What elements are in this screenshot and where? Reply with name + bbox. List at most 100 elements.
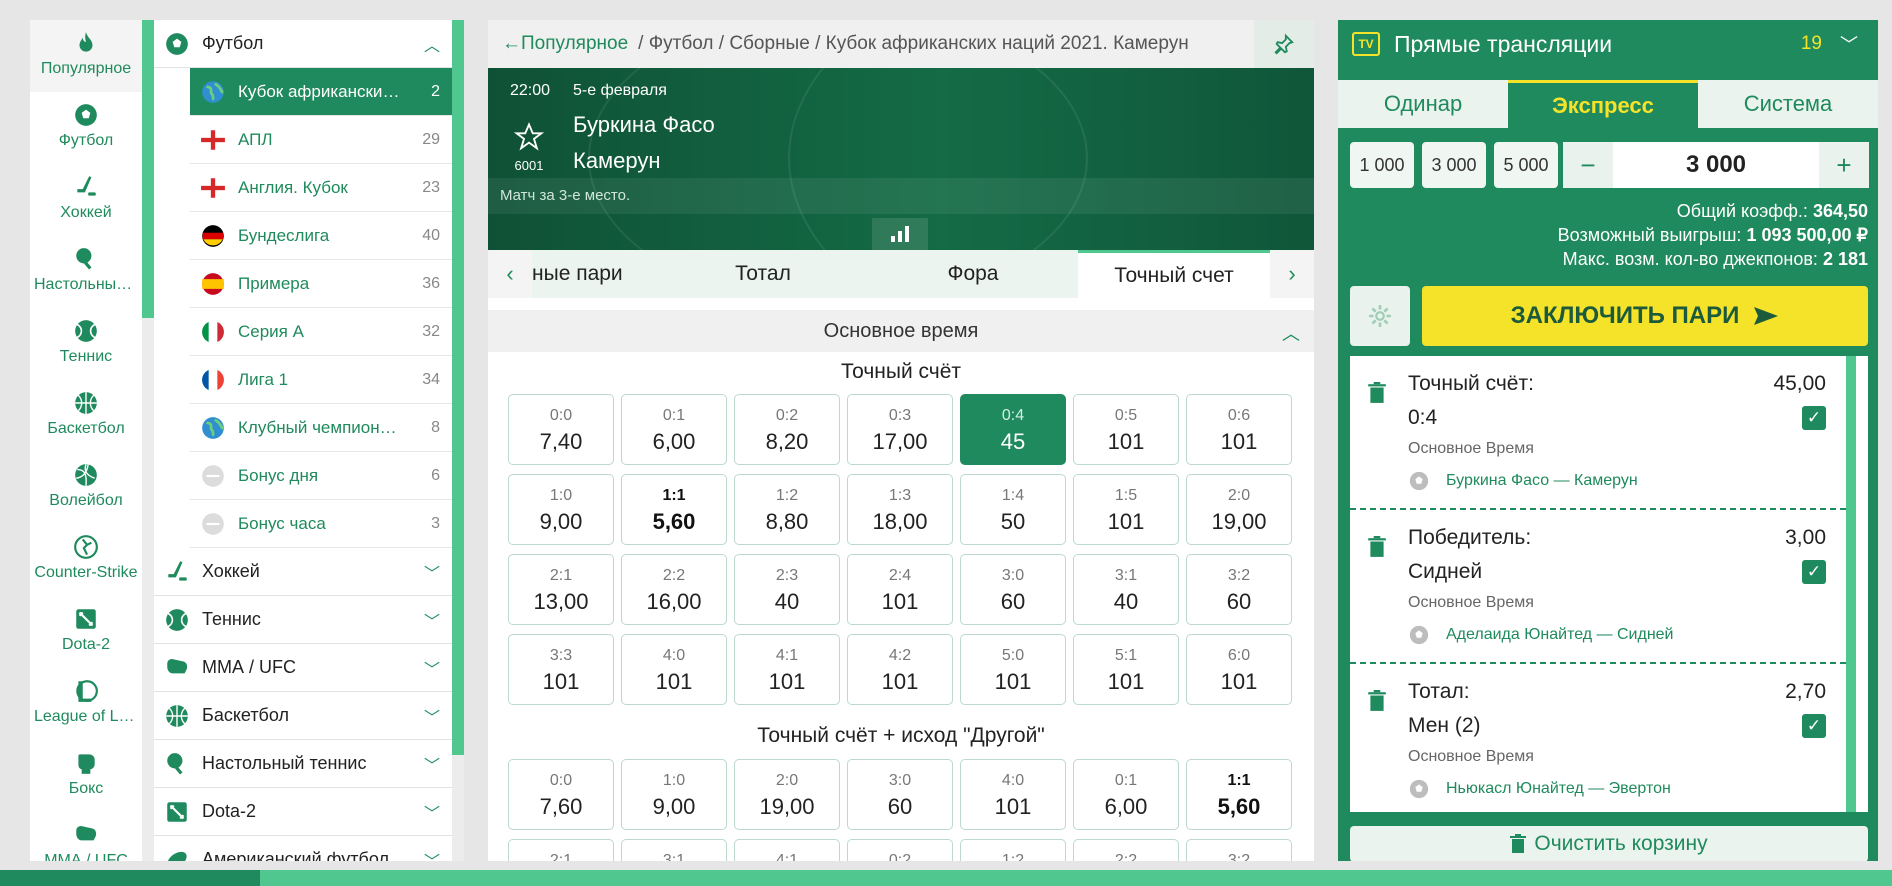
odds-cell[interactable]: 2:1 <box>508 839 614 861</box>
tabs-prev-arrow[interactable]: ‹ <box>488 250 532 298</box>
odds-cell[interactable]: 4:0 101 <box>960 759 1066 830</box>
rail-item-2[interactable]: Хоккей <box>30 164 142 236</box>
trash-icon[interactable] <box>1368 690 1386 712</box>
tree-league-item[interactable]: Примера 36 <box>190 260 452 308</box>
tree-league-item[interactable]: Бонус дня 6 <box>190 452 452 500</box>
odds-cell[interactable]: 1:0 9,00 <box>508 474 614 545</box>
tree-sport-item[interactable]: Хоккей ﹀ <box>154 548 452 596</box>
tree-league-item[interactable]: Лига 1 34 <box>190 356 452 404</box>
odds-cell[interactable]: 2:1 13,00 <box>508 554 614 625</box>
quick-stake-1000[interactable]: 1 000 <box>1350 142 1414 188</box>
tab-pairs[interactable]: ные пари <box>532 250 658 298</box>
odds-cell[interactable]: 1:1 5,60 <box>1186 759 1292 830</box>
section-main-time[interactable]: Основное время ︿ <box>488 310 1314 352</box>
odds-cell[interactable]: 3:1 <box>621 839 727 861</box>
rail-item-0[interactable]: Популярное <box>30 20 142 92</box>
tree-sport-item[interactable]: Американский футбол ﹀ <box>154 836 452 861</box>
odds-cell[interactable]: 1:5 101 <box>1073 474 1179 545</box>
trash-icon[interactable] <box>1368 536 1386 558</box>
coupon-checkbox[interactable]: ✓ <box>1802 560 1826 584</box>
tree-sport-item[interactable]: Теннис ﹀ <box>154 596 452 644</box>
odds-cell[interactable]: 0:2 8,20 <box>734 394 840 465</box>
pin-button[interactable] <box>1254 20 1314 68</box>
odds-cell[interactable]: 5:0 101 <box>960 634 1066 705</box>
rail-item-8[interactable]: Dota-2 <box>30 596 142 668</box>
coupon-event-link[interactable]: Ньюкасл Юнайтед — Эвертон <box>1446 780 1671 798</box>
odds-cell[interactable]: 1:2 8,80 <box>734 474 840 545</box>
odds-cell[interactable]: 0:6 101 <box>1186 394 1292 465</box>
tabs-next-arrow[interactable]: › <box>1270 250 1314 298</box>
place-bet-button[interactable]: ЗАКЛЮЧИТЬ ПАРИ <box>1422 286 1868 346</box>
odds-cell[interactable]: 3:0 60 <box>960 554 1066 625</box>
back-to-popular-link[interactable]: ←Популярное <box>488 33 628 55</box>
live-streams-bar[interactable]: TV Прямые трансляции 19 ﹀ <box>1338 20 1878 68</box>
coupon-event-link[interactable]: Буркина Фасо — Камерун <box>1446 472 1638 490</box>
odds-cell[interactable]: 4:0 101 <box>621 634 727 705</box>
odds-cell[interactable]: 0:0 7,40 <box>508 394 614 465</box>
tree-league-item[interactable]: Клубный чемпионат мира 8 <box>190 404 452 452</box>
odds-cell[interactable]: 4:1 101 <box>734 634 840 705</box>
odds-cell[interactable]: 4:2 101 <box>847 634 953 705</box>
odds-cell[interactable]: 1:1 5,60 <box>621 474 727 545</box>
rail-item-3[interactable]: Настольный теннис <box>30 236 142 308</box>
odds-cell[interactable]: 5:1 101 <box>1073 634 1179 705</box>
odds-cell[interactable]: 0:1 6,00 <box>1073 759 1179 830</box>
odds-cell[interactable]: 1:3 18,00 <box>847 474 953 545</box>
bet-type-express[interactable]: Экспресс <box>1508 80 1698 128</box>
coupon-scrollbar[interactable] <box>1846 356 1856 812</box>
tab-handicap[interactable]: Фора <box>868 250 1078 298</box>
tree-league-item[interactable]: АПЛ 29 <box>190 116 452 164</box>
odds-cell[interactable]: 3:3 101 <box>508 634 614 705</box>
odds-cell[interactable]: 6:0 101 <box>1186 634 1292 705</box>
odds-cell[interactable]: 1:2 <box>960 839 1066 861</box>
odds-cell[interactable]: 2:2 16,00 <box>621 554 727 625</box>
stake-plus-button[interactable]: + <box>1819 142 1869 188</box>
quick-stake-3000[interactable]: 3 000 <box>1422 142 1486 188</box>
rail-item-5[interactable]: Баскетбол <box>30 380 142 452</box>
odds-cell[interactable]: 3:2 <box>1186 839 1292 861</box>
stats-button[interactable] <box>872 218 928 250</box>
odds-cell[interactable]: 1:4 50 <box>960 474 1066 545</box>
tree-sport-item[interactable]: Баскетбол ﹀ <box>154 692 452 740</box>
coupon-event-link[interactable]: Аделаида Юнайтед — Сидней <box>1446 626 1673 644</box>
odds-cell[interactable]: 1:0 9,00 <box>621 759 727 830</box>
rail-scrollbar-thumb[interactable] <box>142 20 154 318</box>
odds-cell[interactable]: 0:0 7,60 <box>508 759 614 830</box>
odds-cell[interactable]: 2:0 19,00 <box>734 759 840 830</box>
bet-type-system[interactable]: Система <box>1698 80 1878 128</box>
rail-item-11[interactable]: ММА / UFC <box>30 812 142 861</box>
odds-cell[interactable]: 2:0 19,00 <box>1186 474 1292 545</box>
rail-item-1[interactable]: Футбол <box>30 92 142 164</box>
rail-item-10[interactable]: Бокс <box>30 740 142 812</box>
tree-sport-football[interactable]: Футбол ︿ <box>154 20 452 68</box>
odds-cell[interactable]: 0:1 6,00 <box>621 394 727 465</box>
odds-cell[interactable]: 3:0 60 <box>847 759 953 830</box>
odds-cell[interactable]: 0:4 45 <box>960 394 1066 465</box>
favorite-star-icon[interactable] <box>514 122 544 152</box>
rail-item-6[interactable]: Волейбол <box>30 452 142 524</box>
odds-cell[interactable]: 0:2 <box>847 839 953 861</box>
quick-stake-5000[interactable]: 5 000 <box>1494 142 1558 188</box>
odds-cell[interactable]: 0:3 17,00 <box>847 394 953 465</box>
odds-cell[interactable]: 3:1 40 <box>1073 554 1179 625</box>
odds-cell[interactable]: 3:2 60 <box>1186 554 1292 625</box>
odds-cell[interactable]: 0:5 101 <box>1073 394 1179 465</box>
rail-item-9[interactable]: League of Legends <box>30 668 142 740</box>
tree-scrollbar-thumb[interactable] <box>452 20 464 755</box>
odds-cell[interactable]: 4:1 <box>734 839 840 861</box>
clear-cart-button[interactable]: Очистить корзину <box>1350 826 1868 861</box>
stake-input[interactable]: 3 000 <box>1613 142 1819 188</box>
tree-sport-item[interactable]: Dota-2 ﹀ <box>154 788 452 836</box>
bet-type-single[interactable]: Одинар <box>1338 80 1508 128</box>
tree-league-item[interactable]: Серия А 32 <box>190 308 452 356</box>
tree-league-item[interactable]: Англия. Кубок 23 <box>190 164 452 212</box>
odds-cell[interactable]: 2:4 101 <box>847 554 953 625</box>
odds-cell[interactable]: 2:3 40 <box>734 554 840 625</box>
rail-item-7[interactable]: Counter-Strike <box>30 524 142 596</box>
tree-league-item[interactable]: Бонус часа 3 <box>190 500 452 548</box>
slip-settings-button[interactable] <box>1350 286 1410 346</box>
tab-total[interactable]: Тотал <box>658 250 868 298</box>
coupon-checkbox[interactable]: ✓ <box>1802 406 1826 430</box>
tree-sport-item[interactable]: Настольный теннис ﹀ <box>154 740 452 788</box>
tab-exact-score[interactable]: Точный счет <box>1078 250 1270 298</box>
